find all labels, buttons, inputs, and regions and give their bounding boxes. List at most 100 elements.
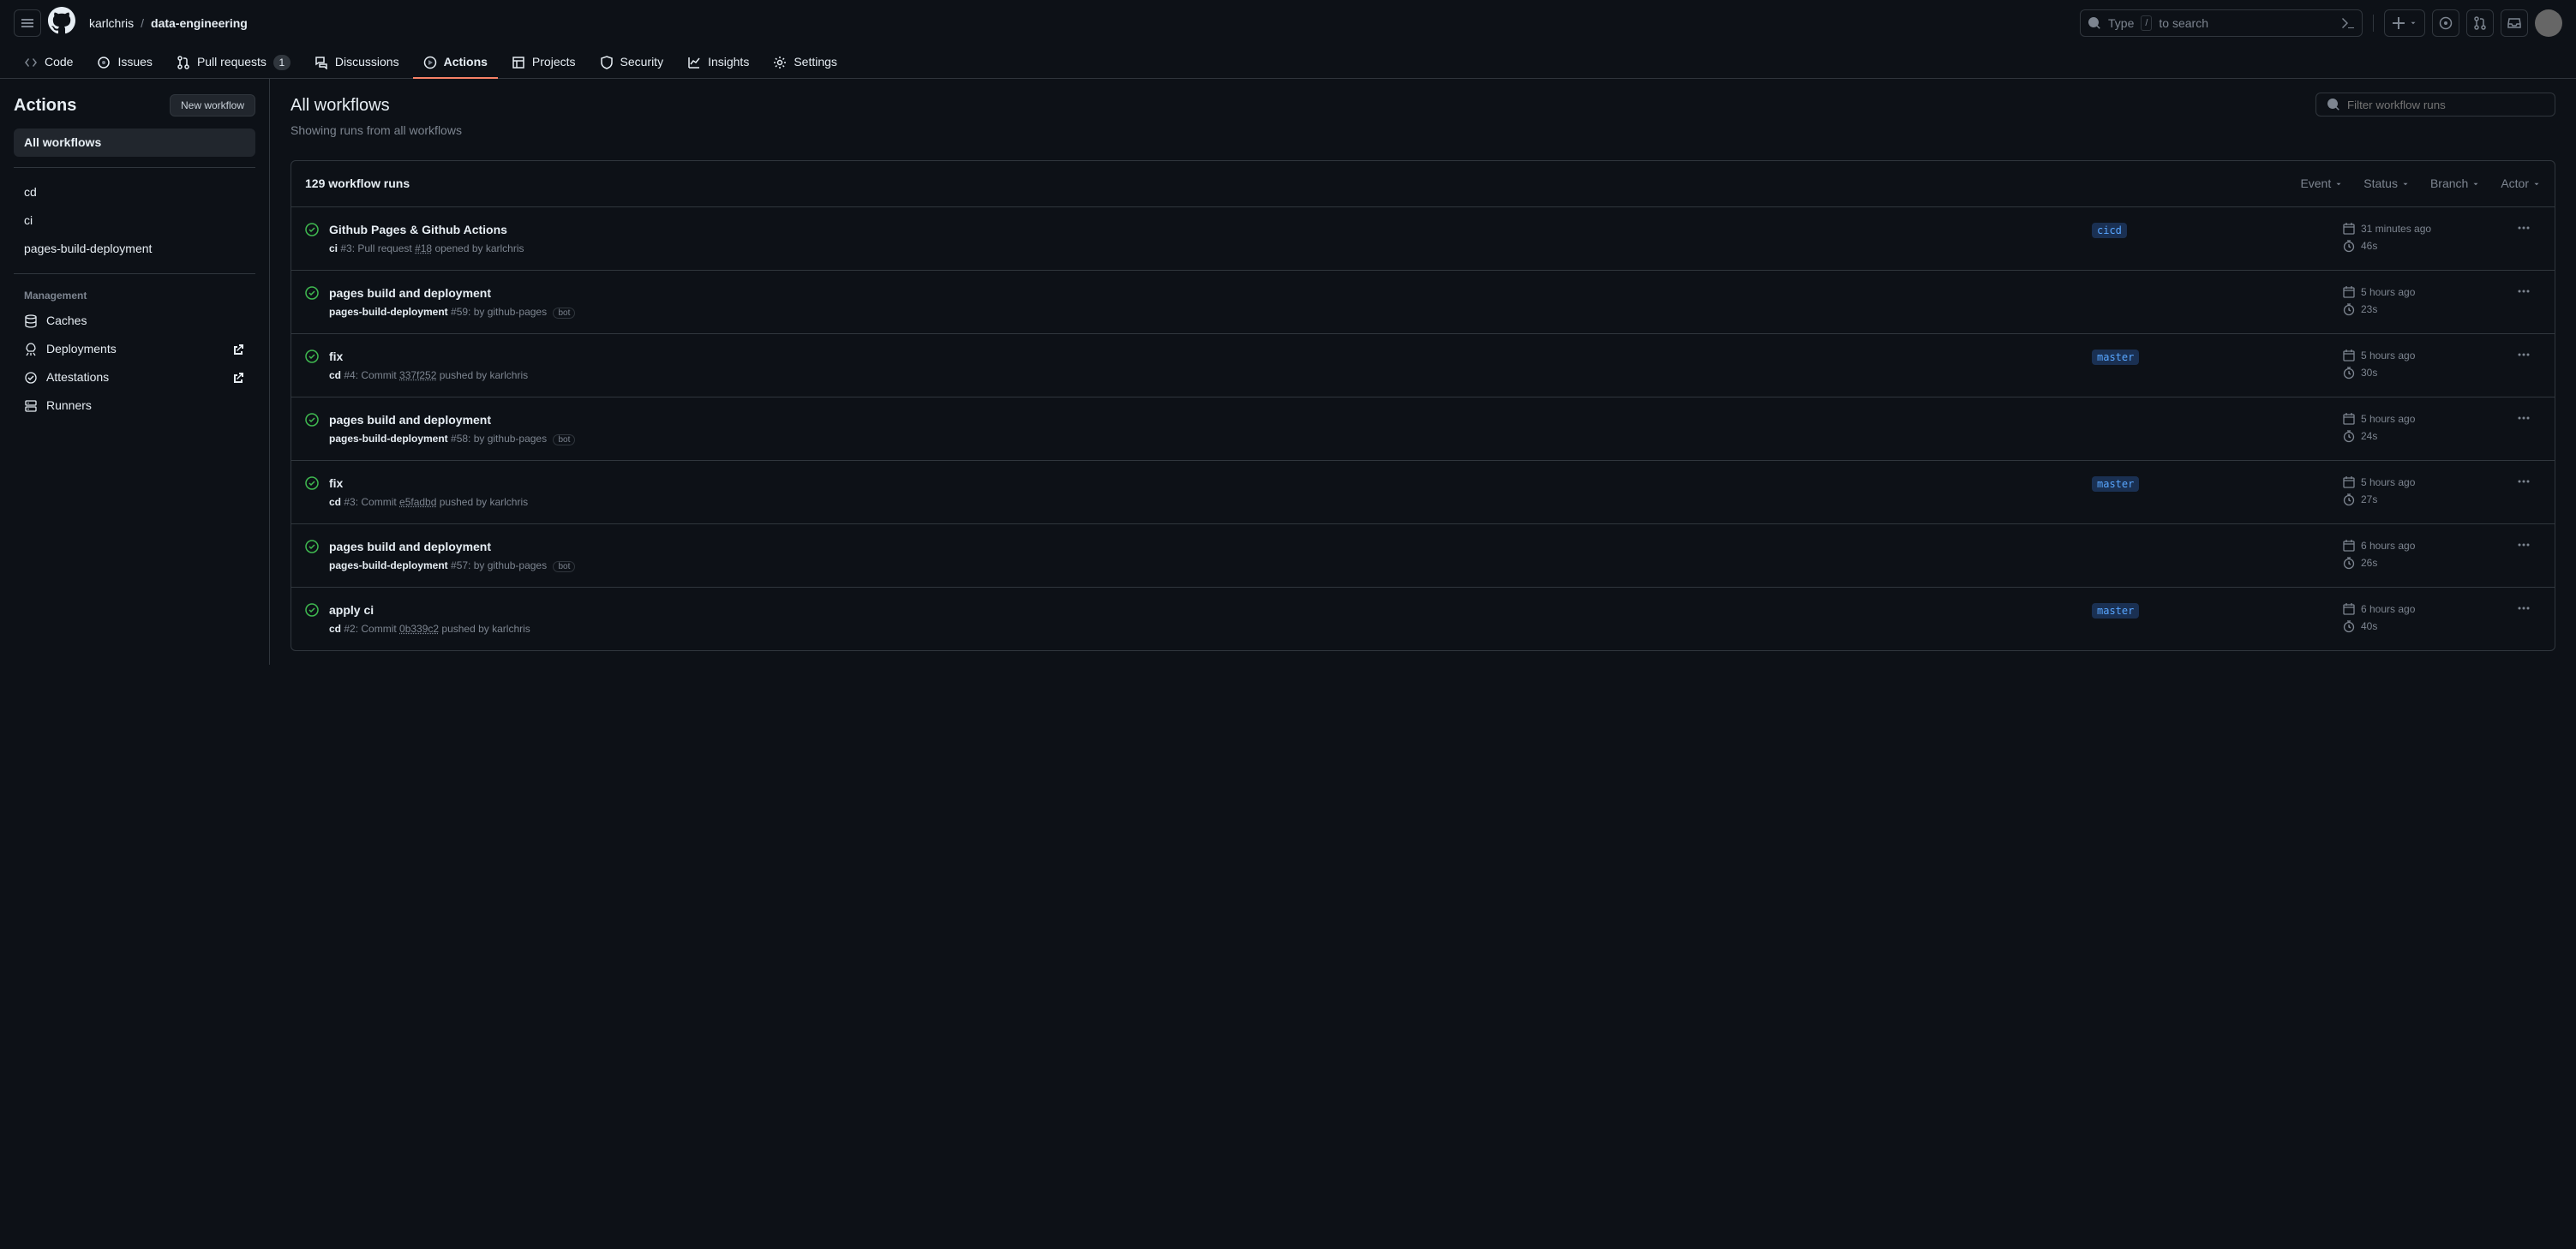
owner-link[interactable]: karlchris [89,15,134,33]
run-title-link[interactable]: fix [329,476,343,490]
branch-label[interactable]: cicd [2092,223,2127,238]
run-duration: 46s [2342,238,2496,254]
sidebar-workflow-item[interactable]: ci [14,206,255,235]
filter-runs-input[interactable] [2347,99,2544,111]
inbox-icon [2507,16,2521,30]
workflow-run-item: fixcd #3: Commit e5fadbd pushed by karlc… [291,461,2555,524]
page-title: All workflows [291,93,462,118]
workflow-run-item: Github Pages & Github Actionsci #3: Pull… [291,207,2555,271]
kebab-icon [2517,284,2531,298]
pull-requests-button[interactable] [2466,9,2494,37]
nav-issues[interactable]: Issues [87,46,162,78]
kebab-icon [2517,601,2531,615]
pr-link[interactable]: #18 [415,242,432,254]
kebab-icon [2517,221,2531,235]
notifications-button[interactable] [2501,9,2528,37]
run-time: 5 hours ago [2342,411,2496,427]
check-circle-icon [305,603,319,617]
filter-branch[interactable]: Branch [2430,175,2480,193]
comment-discussion-icon [315,56,328,69]
stopwatch-icon [2342,493,2356,506]
bot-badge: bot [553,561,575,572]
triangle-down-icon [2471,177,2480,191]
user-avatar[interactable] [2535,9,2562,37]
run-menu-button[interactable] [2517,475,2531,493]
calendar-icon [2342,412,2356,426]
issue-opened-icon [2439,16,2453,30]
sidebar-deployments[interactable]: Deployments [14,335,255,363]
run-title-link[interactable]: fix [329,350,343,363]
stopwatch-icon [2342,302,2356,316]
pulls-counter: 1 [273,55,291,70]
database-icon [24,314,38,328]
sidebar-all-workflows[interactable]: All workflows [14,128,255,157]
kebab-icon [2517,348,2531,362]
run-menu-button[interactable] [2517,538,2531,557]
filter-status[interactable]: Status [2363,175,2410,193]
calendar-icon [2342,222,2356,236]
sidebar-runners[interactable]: Runners [14,391,255,420]
run-menu-button[interactable] [2517,221,2531,240]
run-title-link[interactable]: pages build and deployment [329,413,491,427]
sidebar-attestations[interactable]: Attestations [14,363,255,391]
nav-discussions[interactable]: Discussions [304,46,410,78]
branch-label[interactable]: master [2092,476,2139,492]
sidebar-title: Actions [14,93,76,118]
workflow-run-item: fixcd #4: Commit 337f252 pushed by karlc… [291,334,2555,397]
sidebar-workflow-item[interactable]: cd [14,178,255,206]
nav-settings[interactable]: Settings [763,46,848,78]
hamburger-icon [21,16,34,30]
calendar-icon [2342,602,2356,616]
sidebar-caches[interactable]: Caches [14,307,255,335]
search-key-slash: / [2141,15,2152,32]
branch-label[interactable]: master [2092,350,2139,365]
run-title-link[interactable]: apply ci [329,603,374,617]
filter-event[interactable]: Event [2300,175,2343,193]
play-icon [423,56,437,69]
nav-pull-requests[interactable]: Pull requests 1 [166,46,301,78]
run-title-link[interactable]: pages build and deployment [329,286,491,300]
search-icon [2088,16,2101,30]
sidebar-workflow-item[interactable]: pages-build-deployment [14,235,255,263]
nav-code[interactable]: Code [14,46,83,78]
filter-actor[interactable]: Actor [2501,175,2541,193]
calendar-icon [2342,539,2356,553]
create-new-button[interactable] [2384,9,2425,37]
issues-button[interactable] [2432,9,2459,37]
global-search[interactable]: Type / to search [2080,9,2363,37]
triangle-down-icon [2401,177,2410,191]
server-icon [24,399,38,413]
nav-projects[interactable]: Projects [501,46,586,78]
repo-link[interactable]: data-engineering [151,15,248,33]
run-duration: 23s [2342,302,2496,317]
run-menu-button[interactable] [2517,348,2531,367]
hamburger-button[interactable] [14,9,41,37]
nav-actions[interactable]: Actions [413,46,498,78]
shield-icon [600,56,614,69]
run-title-link[interactable]: pages build and deployment [329,540,491,553]
link-external-icon [231,343,245,356]
verified-icon [24,371,38,385]
bot-badge: bot [553,434,575,445]
commit-link[interactable]: 337f252 [399,369,436,381]
stopwatch-icon [2342,556,2356,570]
rocket-icon [24,343,38,356]
stopwatch-icon [2342,366,2356,379]
workflow-run-item: apply cicd #2: Commit 0b339c2 pushed by … [291,588,2555,650]
branch-label[interactable]: master [2092,603,2139,619]
run-title-link[interactable]: Github Pages & Github Actions [329,223,507,236]
run-time: 5 hours ago [2342,284,2496,300]
run-menu-button[interactable] [2517,284,2531,303]
run-subtitle: pages-build-deployment #58: by github-pa… [329,431,2082,446]
run-menu-button[interactable] [2517,601,2531,620]
nav-security[interactable]: Security [590,46,674,78]
run-duration: 26s [2342,555,2496,571]
git-pull-request-icon [2473,16,2487,30]
run-menu-button[interactable] [2517,411,2531,430]
commit-link[interactable]: e5fadbd [399,496,436,508]
search-icon [2327,98,2340,111]
commit-link[interactable]: 0b339c2 [399,623,439,635]
new-workflow-button[interactable]: New workflow [170,94,255,117]
nav-insights[interactable]: Insights [677,46,759,78]
github-logo[interactable] [48,7,75,39]
